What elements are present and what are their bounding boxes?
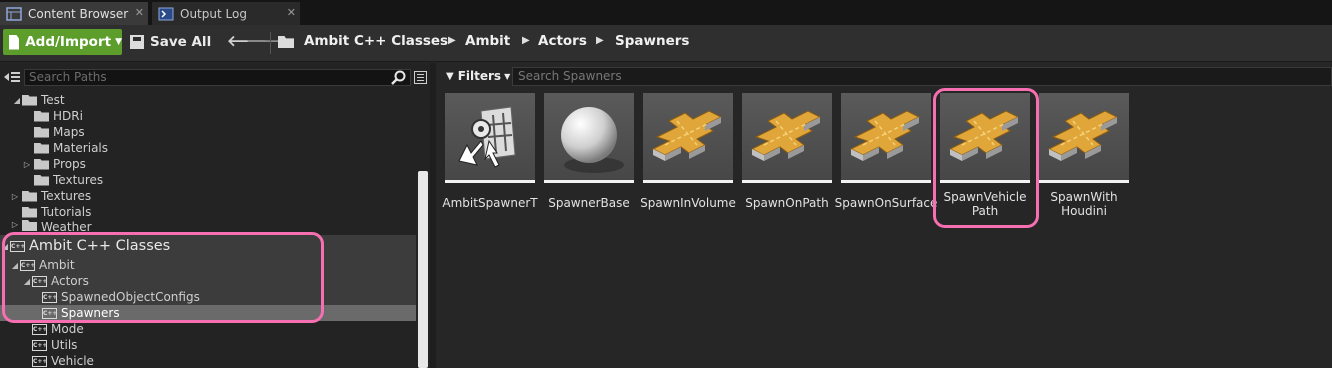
asset-tile[interactable]: SpawnOnPath: [742, 93, 832, 227]
folder-icon: [22, 190, 37, 202]
folder-icon: [22, 94, 37, 106]
folder-icon: [34, 174, 49, 186]
tree-item-weather[interactable]: ▷ Weather: [0, 220, 416, 232]
folder-icon: [22, 220, 37, 231]
search-assets-input[interactable]: Search Spawners: [512, 67, 1332, 86]
output-log-icon: [158, 7, 174, 21]
chevron-down-icon: ▼: [504, 71, 511, 81]
search-icon[interactable]: [391, 70, 406, 89]
folder-icon: [34, 110, 49, 122]
asset-label: SpawnerBase: [548, 196, 630, 210]
save-all-label: Save All: [150, 34, 212, 50]
folder-icon: [34, 126, 49, 138]
add-import-label: Add/Import: [25, 34, 112, 50]
filters-label: Filters: [457, 69, 502, 83]
content-browser-icon: [6, 6, 22, 21]
tree-item-mode[interactable]: C++ Mode: [0, 321, 416, 337]
toggle-sources-icon[interactable]: [4, 70, 20, 84]
road-cross-icon: [750, 110, 822, 161]
tab-label: Content Browser: [28, 6, 129, 21]
tree-scrollbar[interactable]: [418, 171, 428, 368]
breadcrumb-spawners[interactable]: Spawners: [615, 33, 689, 49]
asset-tile[interactable]: AmbitSpawnerT: [442, 93, 538, 227]
asset-tile[interactable]: SpawnInVolume: [640, 93, 736, 227]
tab-label: Output Log: [180, 6, 247, 21]
path-tree: State ◢Test HDRi Maps Materials ▷Props T…: [0, 89, 416, 368]
tree-item-maps[interactable]: Maps: [0, 124, 416, 140]
folder-icon: [22, 206, 37, 218]
asset-thumbnail: [643, 93, 733, 183]
asset-tile[interactable]: SpawnWith Houdini: [1039, 93, 1129, 227]
tree-item-textures-sub[interactable]: Textures: [0, 172, 416, 188]
tree-item-hdri[interactable]: HDRi: [0, 108, 416, 124]
road-cross-icon: [1047, 110, 1119, 161]
folder-icon: [34, 142, 49, 154]
add-import-button[interactable]: Add/Import ▼: [3, 29, 122, 55]
sphere-icon: [561, 107, 624, 173]
asset-thumbnail: [742, 93, 832, 183]
tree-item-textures[interactable]: ▷ Textures: [0, 188, 416, 204]
view-options-icon[interactable]: [414, 71, 427, 84]
cpp-folder-icon: C++: [32, 355, 48, 367]
tree-item-vehicle[interactable]: C++ Vehicle: [0, 353, 416, 368]
cpp-folder-icon: C++: [32, 323, 48, 335]
tree-item-utils[interactable]: C++ Utils: [0, 337, 416, 353]
collapsed-arrow-icon[interactable]: ▷: [10, 192, 20, 201]
sources-header: Search Paths: [0, 65, 430, 89]
tab-output-log[interactable]: Output Log ✕: [152, 2, 300, 25]
search-paths-input[interactable]: Search Paths: [24, 69, 411, 86]
expanded-arrow-icon[interactable]: ◢: [12, 96, 22, 105]
close-icon[interactable]: ✕: [287, 6, 296, 19]
collapsed-arrow-icon[interactable]: ▷: [22, 160, 32, 169]
annotation-highlight-asset: [933, 88, 1039, 228]
asset-label: SpawnWith Houdini: [1050, 190, 1118, 218]
breadcrumb-separator-icon[interactable]: ▶: [522, 35, 530, 46]
asset-label: SpawnOnPath: [745, 196, 829, 210]
chevron-down-icon: ▼: [115, 37, 122, 47]
tree-item-tutorials[interactable]: Tutorials: [0, 204, 416, 220]
tree-item-test[interactable]: ◢ Test: [0, 92, 416, 108]
asset-tile[interactable]: SpawnOnSurface: [835, 93, 937, 227]
asset-tile[interactable]: SpawnerBase: [544, 93, 634, 227]
filters-button[interactable]: ▼ Filters ▼: [446, 69, 510, 83]
close-icon[interactable]: ✕: [135, 6, 144, 19]
tab-strip: Content Browser ✕ Output Log ✕: [0, 0, 1332, 25]
asset-thumbnail: [445, 93, 535, 183]
spawner-tool-icon: [458, 106, 516, 168]
folder-icon: [34, 158, 49, 170]
asset-label: SpawnOnSurface: [834, 196, 938, 210]
asset-label: SpawnInVolume: [640, 196, 736, 210]
breadcrumb-separator-icon[interactable]: ▶: [448, 35, 456, 46]
save-icon: [130, 35, 144, 49]
toolbar: Add/Import ▼ Save All 🡐 🡒 Ambit C++ Clas…: [0, 25, 1332, 62]
save-all-button[interactable]: Save All: [130, 31, 211, 53]
filter-icon: ▼: [446, 70, 454, 82]
road-cross-icon: [849, 110, 921, 161]
cpp-folder-icon: C++: [32, 339, 48, 351]
annotation-highlight-tree: [2, 232, 324, 323]
asset-thumbnail: [841, 93, 931, 183]
breadcrumb-separator-icon[interactable]: ▶: [596, 35, 604, 46]
tree-item-materials[interactable]: Materials: [0, 140, 416, 156]
new-file-icon: [9, 34, 20, 50]
asset-label: AmbitSpawnerT: [442, 196, 538, 210]
collapsed-arrow-icon[interactable]: ▷: [10, 220, 20, 229]
breadcrumb-ambit-cpp-classes[interactable]: Ambit C++ Classes: [304, 33, 448, 49]
toolbar-divider: [270, 32, 271, 54]
asset-view: ▼ Filters ▼ Search Spawners AmbitSpawner…: [436, 63, 1332, 368]
asset-thumbnail: [544, 93, 634, 183]
tree-item-props[interactable]: ▷ Props: [0, 156, 416, 172]
breadcrumb-actors[interactable]: Actors: [538, 33, 587, 49]
asset-thumbnail: [1039, 93, 1129, 183]
road-cross-icon: [651, 110, 723, 161]
tab-content-browser[interactable]: Content Browser ✕: [0, 2, 148, 25]
breadcrumb-ambit[interactable]: Ambit: [465, 33, 510, 49]
